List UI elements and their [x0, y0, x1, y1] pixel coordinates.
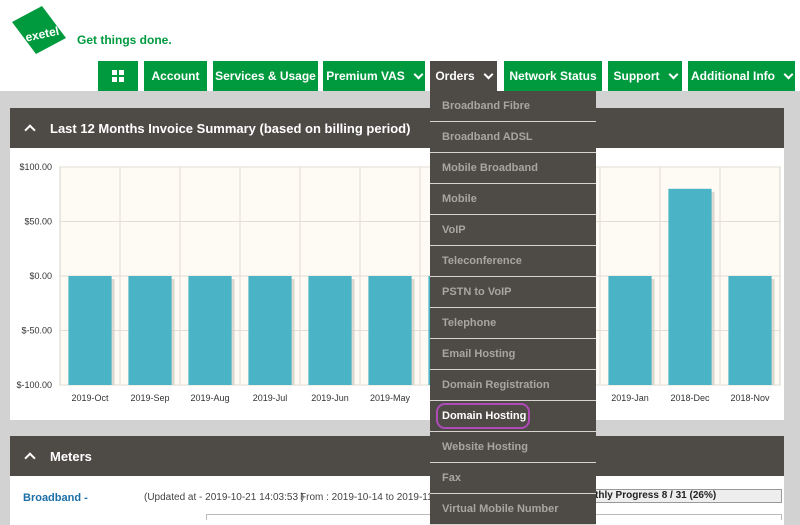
bar [308, 276, 352, 385]
bar [248, 276, 292, 385]
chevron-up-icon[interactable] [24, 124, 36, 136]
x-tick-label: 2019-May [370, 393, 411, 403]
chevron-down-icon [413, 69, 424, 79]
orders-menu-item[interactable]: VoIP [430, 215, 596, 246]
bar [728, 276, 772, 385]
main-nav: Account Services & Usage Premium VAS Ord… [0, 61, 800, 91]
nav-additional-info[interactable]: Additional Info [688, 61, 795, 91]
nav-orders[interactable]: Orders [430, 61, 497, 91]
tagline: Get things done. [77, 33, 172, 47]
nav-premium-vas[interactable]: Premium VAS [323, 61, 425, 91]
period-text: From : 2019-10-14 to 2019-11-1 [300, 492, 442, 503]
orders-menu-item[interactable]: PSTN to VoIP [430, 277, 596, 308]
bar [368, 276, 412, 385]
invoice-panel-title: Last 12 Months Invoice Summary (based on… [50, 120, 411, 136]
bar [188, 276, 232, 385]
orders-dropdown-menu: Broadband Fibre Broadband ADSL Mobile Broa… [430, 91, 596, 525]
meters-panel: Meters Broadband - (Updated at - 2019-10… [10, 436, 784, 525]
x-tick-label: 2018-Nov [730, 393, 770, 403]
x-tick-label: 2018-Dec [670, 393, 710, 403]
invoice-panel-header[interactable]: Last 12 Months Invoice Summary (based on… [10, 108, 784, 148]
nav-account-label: Account [151, 69, 200, 83]
y-tick-label: $50.00 [24, 217, 52, 227]
chevron-down-icon [783, 69, 794, 79]
y-tick-label: $-50.00 [21, 326, 52, 336]
orders-menu-item[interactable]: Email Hosting [430, 339, 596, 370]
orders-menu-item[interactable]: Mobile [430, 184, 596, 215]
invoice-bar-chart: $100.00 $50.00 $0.00 $-50.00 $-100.00 2019-Oc… [16, 162, 781, 403]
nav-support[interactable]: Support [608, 61, 682, 91]
y-tick-label: $0.00 [29, 271, 52, 281]
nav-support-label: Support [613, 69, 660, 83]
chevron-down-icon [668, 69, 678, 79]
nav-services-label: Services & Usage [215, 69, 316, 83]
x-tick-label: 2019-Sep [130, 393, 169, 403]
orders-menu-item[interactable]: Telephone [430, 308, 596, 339]
broadband-meter-row: Broadband - (Updated at - 2019-10-21 14:… [10, 476, 784, 520]
x-tick-label: 2019-Aug [190, 393, 229, 403]
x-tick-label: 2019-Jul [253, 393, 288, 403]
orders-menu-item[interactable]: Mobile Broadband [430, 153, 596, 184]
nav-network-status[interactable]: Network Status [504, 61, 602, 91]
orders-menu-item[interactable]: Website Hosting [430, 432, 596, 463]
x-tick-label: 2019-Jan [611, 393, 649, 403]
nav-network-label: Network Status [509, 69, 597, 83]
nav-home-button[interactable] [98, 61, 138, 91]
orders-menu-item[interactable]: Broadband Fibre [430, 91, 596, 122]
chevron-down-icon [483, 69, 494, 79]
x-tick-label: 2019-Oct [71, 393, 109, 403]
nav-account[interactable]: Account [144, 61, 207, 91]
chevron-up-icon[interactable] [24, 452, 36, 464]
orders-menu-item[interactable]: Virtual Mobile Number [430, 494, 596, 525]
meters-panel-header[interactable]: Meters [10, 436, 784, 476]
nav-orders-label: Orders [435, 69, 475, 83]
grid-icon [112, 70, 124, 82]
orders-menu-item[interactable]: Broadband ADSL [430, 122, 596, 153]
monthly-progress-text: thly Progress 8 / 31 (26%) [595, 490, 717, 501]
orders-menu-item[interactable]: Domain Registration [430, 370, 596, 401]
y-tick-label: $100.00 [19, 162, 52, 172]
bar [608, 276, 652, 385]
invoice-summary-panel: Last 12 Months Invoice Summary (based on… [10, 108, 784, 420]
bar [68, 276, 112, 385]
bar [668, 188, 712, 385]
highlight-annotation [436, 403, 530, 429]
y-tick-label: $-100.00 [16, 380, 52, 390]
invoice-chart: $100.00 $50.00 $0.00 $-50.00 $-100.00 2019-Oc… [10, 148, 784, 420]
exetel-logo[interactable]: exetel [10, 4, 68, 56]
bar [128, 276, 172, 385]
nav-services[interactable]: Services & Usage [213, 61, 318, 91]
orders-menu-item[interactable]: Teleconference [430, 246, 596, 277]
nav-additional-label: Additional Info [691, 69, 775, 83]
meters-panel-title: Meters [50, 448, 92, 464]
orders-menu-item[interactable]: Fax [430, 463, 596, 494]
monthly-progress-bar: thly Progress 8 / 31 (26%) [590, 489, 782, 503]
nav-premium-label: Premium VAS [326, 69, 405, 83]
broadband-link[interactable]: Broadband - [23, 492, 88, 504]
x-tick-label: 2019-Jun [311, 393, 349, 403]
updated-at-text: (Updated at - 2019-10-21 14:03:53 ) [144, 492, 305, 503]
